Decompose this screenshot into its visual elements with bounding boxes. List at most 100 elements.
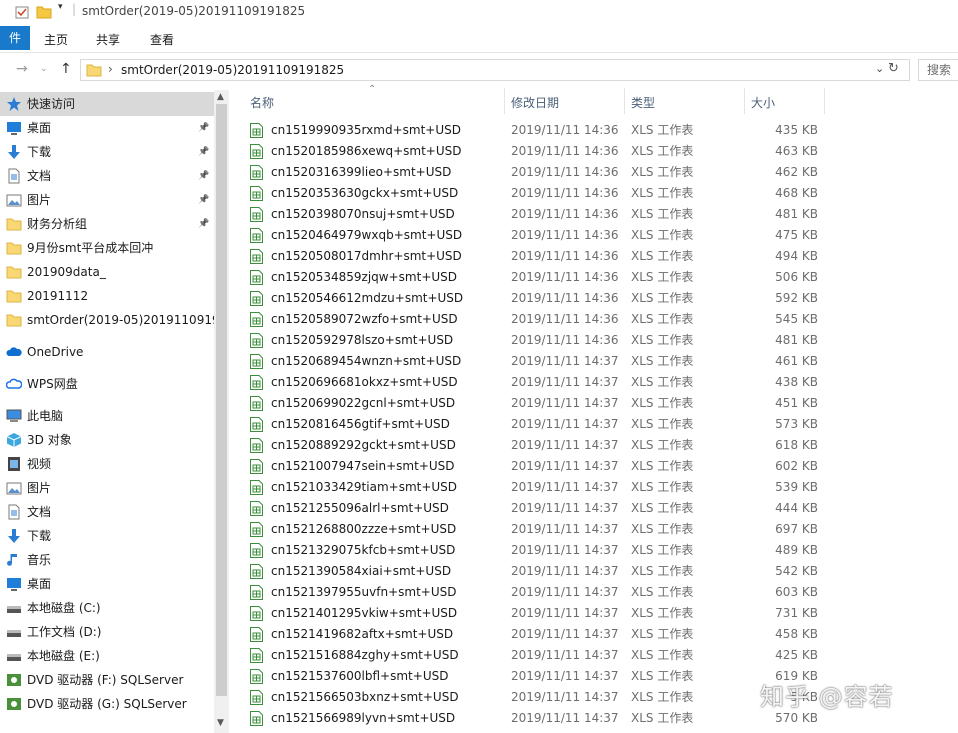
file-row[interactable]: cn1521419682aftx+smt+USD 2019/11/11 14:37… xyxy=(230,624,958,645)
sidebar-item[interactable]: 桌面 xyxy=(0,572,214,596)
column-name[interactable]: 名称 xyxy=(250,94,274,111)
file-row[interactable]: cn1521397955uvfn+smt+USD 2019/11/11 14:37… xyxy=(230,582,958,603)
sidebar-item[interactable]: 9月份smt平台成本回冲 xyxy=(0,236,214,260)
computer-icon xyxy=(6,408,22,424)
sidebar-item[interactable]: 工作文档 (D:) xyxy=(0,620,214,644)
customize-toolbar-icon[interactable]: ▾ xyxy=(58,2,63,12)
column-resize-handle[interactable] xyxy=(624,88,625,114)
file-name: cn1520696681okxz+smt+USD xyxy=(271,375,458,389)
tab-share[interactable]: 共享 xyxy=(96,31,120,48)
file-row[interactable]: cn1520508017dmhr+smt+USD 2019/11/11 14:36… xyxy=(230,246,958,267)
file-name: cn1521419682aftx+smt+USD xyxy=(271,627,454,641)
recent-locations-icon[interactable]: ⌄ xyxy=(40,64,48,74)
file-row[interactable]: cn1520353630gckx+smt+USD 2019/11/11 14:36… xyxy=(230,183,958,204)
new-folder-icon[interactable] xyxy=(36,4,52,23)
file-row[interactable]: cn1520534859zjqw+smt+USD 2019/11/11 14:36… xyxy=(230,267,958,288)
file-type: XLS 工作表 xyxy=(631,207,694,221)
sidebar-item[interactable]: smtOrder(2019-05)20191109191 xyxy=(0,308,214,332)
pin-icon[interactable]: 📌 xyxy=(198,116,209,140)
up-icon[interactable]: ↑ xyxy=(60,61,72,77)
sidebar-item[interactable]: 本地磁盘 (E:) xyxy=(0,644,214,668)
properties-icon[interactable] xyxy=(14,4,30,23)
column-modified[interactable]: 修改日期 xyxy=(511,94,559,111)
column-size[interactable]: 大小 xyxy=(751,94,775,111)
file-row[interactable]: cn1521390584xiai+smt+USD 2019/11/11 14:37… xyxy=(230,561,958,582)
back-icon[interactable]: → xyxy=(16,61,28,77)
scroll-thumb[interactable] xyxy=(216,104,227,696)
file-date: 2019/11/11 14:37 xyxy=(511,480,619,494)
sidebar-item[interactable]: 音乐 xyxy=(0,548,214,572)
tab-file[interactable]: 件 xyxy=(0,26,30,50)
file-name: cn1521397955uvfn+smt+USD xyxy=(271,585,457,599)
file-row[interactable]: cn1520592978lszo+smt+USD 2019/11/11 14:36… xyxy=(230,330,958,351)
column-type[interactable]: 类型 xyxy=(631,94,655,111)
file-row[interactable]: cn1520589072wzfo+smt+USD 2019/11/11 14:36… xyxy=(230,309,958,330)
tab-view[interactable]: 查看 xyxy=(150,31,174,48)
sidebar-item[interactable]: 图片 📌 xyxy=(0,188,214,212)
file-row[interactable]: cn1520699022gcnl+smt+USD 2019/11/11 14:37… xyxy=(230,393,958,414)
sidebar-item[interactable]: 文档 xyxy=(0,500,214,524)
pin-icon[interactable]: 📌 xyxy=(198,164,209,188)
xls-file-icon xyxy=(250,186,263,201)
xls-file-icon xyxy=(250,606,263,621)
sidebar-item[interactable]: 本地磁盘 (C:) xyxy=(0,596,214,620)
tab-home[interactable]: 主页 xyxy=(44,31,68,48)
address-bar[interactable]: › smtOrder(2019-05)20191109191825 ⌄ xyxy=(80,59,910,81)
xls-file-icon xyxy=(250,522,263,537)
search-input[interactable]: 搜索 xyxy=(918,59,958,81)
column-resize-handle[interactable] xyxy=(504,88,505,114)
address-path: smtOrder(2019-05)20191109191825 xyxy=(121,63,345,77)
sidebar-item[interactable]: 视频 xyxy=(0,452,214,476)
file-row[interactable]: cn1520546612mdzu+smt+USD 2019/11/11 14:36… xyxy=(230,288,958,309)
sidebar-item[interactable]: 20191112 xyxy=(0,284,214,308)
file-row[interactable]: cn1520464979wxqb+smt+USD 2019/11/11 14:36… xyxy=(230,225,958,246)
file-row[interactable]: cn1521401295vkiw+smt+USD 2019/11/11 14:37… xyxy=(230,603,958,624)
sidebar-item[interactable]: 3D 对象 xyxy=(0,428,214,452)
sidebar-item[interactable]: 文档 📌 xyxy=(0,164,214,188)
sidebar-item[interactable]: 快速访问 xyxy=(0,92,214,116)
file-row[interactable]: cn1521033429tiam+smt+USD 2019/11/11 14:37… xyxy=(230,477,958,498)
pin-icon[interactable]: 📌 xyxy=(198,188,209,212)
file-row[interactable]: cn1520816456gtif+smt+USD 2019/11/11 14:37… xyxy=(230,414,958,435)
xls-file-icon xyxy=(250,501,263,516)
file-date: 2019/11/11 14:37 xyxy=(511,354,619,368)
file-type: XLS 工作表 xyxy=(631,375,694,389)
breadcrumb-chevron-icon[interactable]: › xyxy=(108,62,113,76)
file-row[interactable]: cn1520696681okxz+smt+USD 2019/11/11 14:37… xyxy=(230,372,958,393)
sidebar-item[interactable]: 此电脑 xyxy=(0,404,214,428)
nav-scrollbar[interactable]: ▲ ▼ xyxy=(214,90,229,733)
wps-cloud-icon xyxy=(5,376,23,392)
sidebar-item[interactable]: DVD 驱动器 (G:) SQLServer xyxy=(0,692,214,716)
file-row[interactable]: cn1521516884zghy+smt+USD 2019/11/11 14:37… xyxy=(230,645,958,666)
file-row[interactable]: cn1519990935rxmd+smt+USD 2019/11/11 14:36… xyxy=(230,120,958,141)
sidebar-item[interactable]: OneDrive xyxy=(0,340,214,364)
sidebar-item[interactable]: 下载 📌 xyxy=(0,140,214,164)
sidebar-item[interactable]: WPS网盘 xyxy=(0,372,214,396)
file-row[interactable]: cn1520316399lieo+smt+USD 2019/11/11 14:36… xyxy=(230,162,958,183)
sidebar-item[interactable]: 下载 xyxy=(0,524,214,548)
sidebar-item[interactable]: 桌面 📌 xyxy=(0,116,214,140)
column-resize-handle[interactable] xyxy=(824,88,825,114)
column-resize-handle[interactable] xyxy=(744,88,745,114)
scroll-down-icon[interactable]: ▼ xyxy=(217,718,224,728)
scroll-up-icon[interactable]: ▲ xyxy=(217,92,224,102)
file-row[interactable]: cn1521007947sein+smt+USD 2019/11/11 14:37… xyxy=(230,456,958,477)
address-dropdown-icon[interactable]: ⌄ xyxy=(875,62,884,75)
refresh-icon[interactable]: ↻ xyxy=(888,61,908,81)
file-row[interactable]: cn1520889292gckt+smt+USD 2019/11/11 14:37… xyxy=(230,435,958,456)
file-row[interactable]: cn1521329075kfcb+smt+USD 2019/11/11 14:37… xyxy=(230,540,958,561)
sidebar-item[interactable]: 财务分析组 📌 xyxy=(0,212,214,236)
pin-icon[interactable]: 📌 xyxy=(198,212,209,236)
sidebar-item[interactable]: 201909data_ xyxy=(0,260,214,284)
sidebar-item-label: OneDrive xyxy=(27,345,84,359)
file-row[interactable]: cn1521255096alrl+smt+USD 2019/11/11 14:37… xyxy=(230,498,958,519)
sidebar-item[interactable]: 图片 xyxy=(0,476,214,500)
file-row[interactable]: cn1520689454wnzn+smt+USD 2019/11/11 14:37… xyxy=(230,351,958,372)
file-row[interactable]: cn1520398070nsuj+smt+USD 2019/11/11 14:36… xyxy=(230,204,958,225)
folder-icon xyxy=(6,216,22,232)
pin-icon[interactable]: 📌 xyxy=(198,140,209,164)
file-row[interactable]: cn1521268800zzze+smt+USD 2019/11/11 14:37… xyxy=(230,519,958,540)
file-size: 435 KB xyxy=(775,123,818,137)
sidebar-item[interactable]: DVD 驱动器 (F:) SQLServer xyxy=(0,668,214,692)
file-row[interactable]: cn1520185986xewq+smt+USD 2019/11/11 14:36… xyxy=(230,141,958,162)
